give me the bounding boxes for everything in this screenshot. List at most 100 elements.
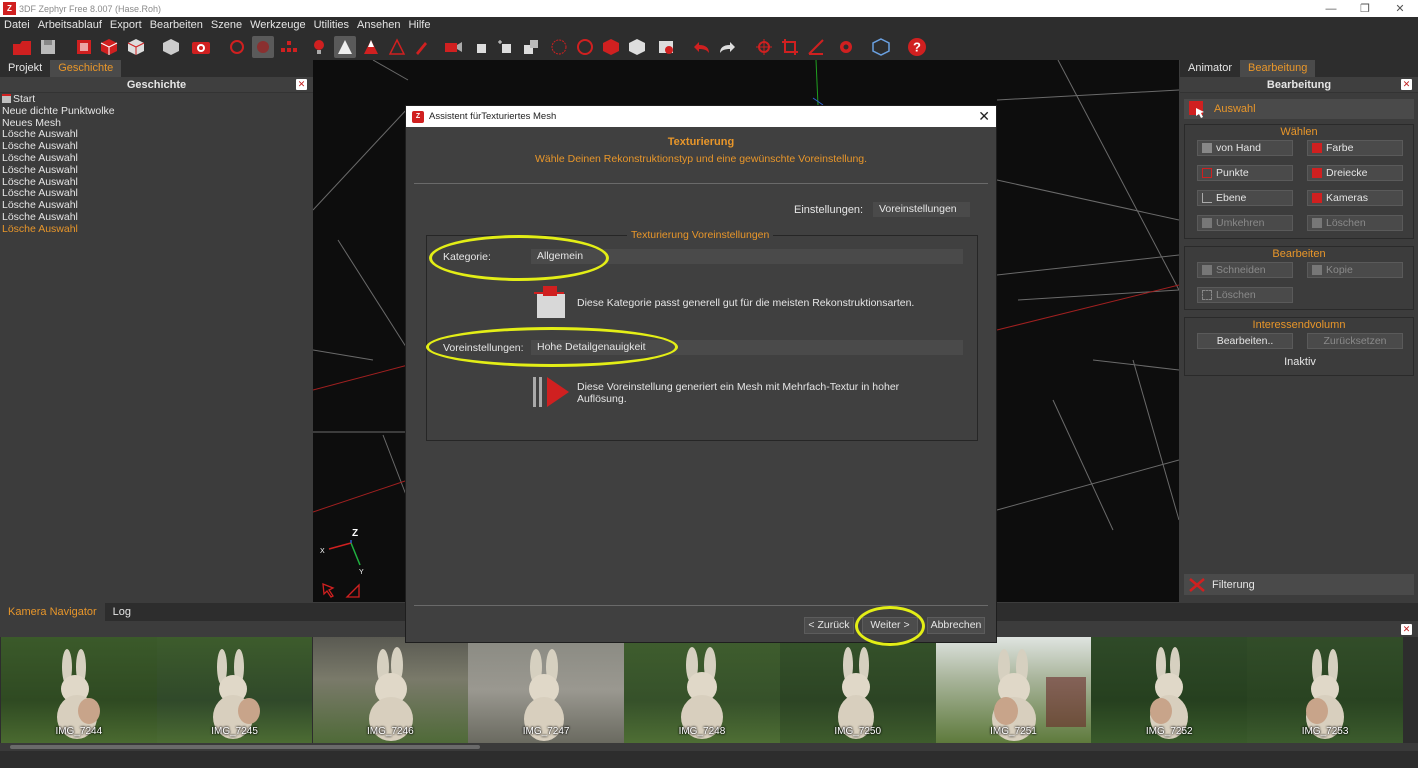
- history-item-current[interactable]: Lösche Auswahl: [2, 223, 311, 236]
- wireframe-icon[interactable]: [386, 36, 408, 58]
- hand-select-icon: [1202, 143, 1212, 153]
- menu-arbeitsablauf[interactable]: Arbeitsablauf: [34, 19, 106, 31]
- menu-ansehen[interactable]: Ansehen: [353, 19, 404, 31]
- thumbnail-scrollbar[interactable]: [0, 743, 1418, 751]
- select-triangle-icon[interactable]: [345, 583, 360, 598]
- close-window-icon[interactable]: ✕: [1383, 0, 1417, 17]
- colored-mesh-icon[interactable]: [360, 36, 382, 58]
- workflow-icon[interactable]: [73, 36, 95, 58]
- camera-thumbnail[interactable]: IMG_7244: [1, 637, 157, 743]
- settings-select[interactable]: Voreinstellungen: [873, 202, 970, 217]
- copy-button[interactable]: Kopie: [1307, 262, 1403, 278]
- tab-animator[interactable]: Animator: [1180, 60, 1240, 77]
- tab-projekt[interactable]: Projekt: [0, 60, 50, 77]
- transform-icon[interactable]: [753, 36, 775, 58]
- minimize-icon[interactable]: —: [1314, 0, 1348, 17]
- undo-icon[interactable]: [691, 36, 713, 58]
- sphere-grid-icon[interactable]: [548, 36, 570, 58]
- camera-thumbnail[interactable]: IMG_7246: [312, 637, 469, 743]
- menu-bearbeiten[interactable]: Bearbeiten: [146, 19, 207, 31]
- box-white-icon[interactable]: [626, 36, 648, 58]
- tab-kamera-navigator[interactable]: Kamera Navigator: [0, 603, 105, 621]
- reset-volume-button[interactable]: Zurücksetzen: [1307, 333, 1403, 349]
- invert-selection-button[interactable]: Umkehren: [1197, 215, 1293, 231]
- menu-werkzeuge[interactable]: Werkzeuge: [246, 19, 309, 31]
- preset-group-title: Texturierung Voreinstellungen: [627, 229, 774, 241]
- points-icon[interactable]: [278, 36, 300, 58]
- menu-utilities[interactable]: Utilities: [310, 19, 353, 31]
- filter-header[interactable]: Filterung: [1184, 574, 1414, 595]
- red-cube-icon[interactable]: [98, 36, 120, 58]
- menu-datei[interactable]: Datei: [0, 19, 34, 31]
- cut-button[interactable]: Schneiden: [1197, 262, 1293, 278]
- gear-icon[interactable]: [835, 36, 857, 58]
- history-item[interactable]: Lösche Auswahl: [2, 152, 311, 165]
- save-project-icon[interactable]: [37, 36, 59, 58]
- select-points-button[interactable]: Punkte: [1197, 165, 1293, 181]
- tab-bearbeitung[interactable]: Bearbeitung: [1240, 60, 1316, 77]
- select-triangles-button[interactable]: Dreiecke: [1307, 165, 1403, 181]
- delete-button[interactable]: Löschen: [1197, 287, 1293, 303]
- menu-hilfe[interactable]: Hilfe: [404, 19, 434, 31]
- camera-thumbnail[interactable]: IMG_7253: [1247, 637, 1403, 743]
- camera-thumbnail[interactable]: IMG_7252: [1091, 637, 1248, 743]
- edit-panel-title: Bearbeitung: [1266, 79, 1332, 91]
- camera-thumbnail[interactable]: IMG_7251: [935, 637, 1092, 743]
- add-cube-icon[interactable]: [495, 36, 517, 58]
- select-arrow-icon[interactable]: [322, 582, 335, 598]
- brush-icon[interactable]: [411, 36, 433, 58]
- close-edit-panel-icon[interactable]: ✕: [1401, 79, 1412, 90]
- selection-header[interactable]: Auswahl: [1184, 99, 1414, 119]
- back-button[interactable]: < Zurück: [804, 617, 854, 634]
- scrollbar-thumb[interactable]: [10, 745, 480, 749]
- rotate-icon[interactable]: [226, 36, 248, 58]
- redo-icon[interactable]: [716, 36, 738, 58]
- menu-szene[interactable]: Szene: [207, 19, 246, 31]
- select-cameras-button[interactable]: Kameras: [1307, 190, 1403, 206]
- camera-thumbnail[interactable]: IMG_7250: [779, 637, 936, 743]
- select-by-color-button[interactable]: Farbe: [1307, 140, 1403, 156]
- video-camera-icon[interactable]: [442, 36, 464, 58]
- help-icon[interactable]: ?: [906, 36, 928, 58]
- tab-log[interactable]: Log: [105, 603, 139, 621]
- dialog-subheading: Wähle Deinen Rekonstruktionstyp und eine…: [534, 153, 868, 165]
- settings-cube-icon[interactable]: [160, 36, 182, 58]
- view-cube-icon[interactable]: [870, 36, 892, 58]
- orbit-icon[interactable]: [252, 36, 274, 58]
- select-by-hand-button[interactable]: von Hand: [1197, 140, 1293, 156]
- history-item[interactable]: Lösche Auswahl: [2, 211, 311, 224]
- white-cube-icon[interactable]: [125, 36, 147, 58]
- dialog-app-icon: Z: [412, 110, 424, 123]
- cancel-button[interactable]: Abbrechen: [927, 617, 985, 634]
- dialog-close-icon[interactable]: ✕: [978, 108, 990, 125]
- camera-thumbnail[interactable]: IMG_7248: [624, 637, 780, 743]
- waehlen-title: Wählen: [1280, 126, 1318, 138]
- close-navigator-icon[interactable]: ✕: [1401, 624, 1412, 635]
- camera-thumbnail[interactable]: IMG_7247: [468, 637, 624, 743]
- box-red-icon[interactable]: [600, 36, 622, 58]
- group-icon[interactable]: [520, 36, 542, 58]
- clear-selection-button[interactable]: Löschen: [1307, 215, 1403, 231]
- tab-geschichte[interactable]: Geschichte: [50, 60, 122, 77]
- history-item[interactable]: Neue dichte Punktwolke: [2, 105, 311, 118]
- crop-icon[interactable]: [779, 36, 801, 58]
- history-item[interactable]: Lösche Auswahl: [2, 164, 311, 177]
- light-icon[interactable]: [308, 36, 330, 58]
- restore-icon[interactable]: ❐: [1348, 0, 1382, 17]
- shaded-mesh-icon[interactable]: [334, 36, 356, 58]
- invert-icon: [1202, 218, 1212, 228]
- sphere-icon[interactable]: [574, 36, 596, 58]
- edit-volume-button[interactable]: Bearbeiten..: [1197, 333, 1293, 349]
- measure-icon[interactable]: [805, 36, 827, 58]
- menu-export[interactable]: Export: [106, 19, 146, 31]
- select-plane-button[interactable]: Ebene: [1197, 190, 1293, 206]
- camera-thumbnail[interactable]: IMG_7245: [156, 637, 313, 743]
- select-cube-icon[interactable]: [470, 36, 492, 58]
- thumbnail-caption: IMG_7246: [367, 726, 414, 737]
- thumbnail-caption: IMG_7251: [990, 726, 1037, 737]
- close-history-panel-icon[interactable]: ✕: [296, 79, 307, 90]
- screenshot-icon[interactable]: [655, 36, 677, 58]
- camera-icon[interactable]: [190, 36, 212, 58]
- open-project-icon[interactable]: [11, 36, 33, 58]
- axis-z-label: Z: [352, 528, 358, 539]
